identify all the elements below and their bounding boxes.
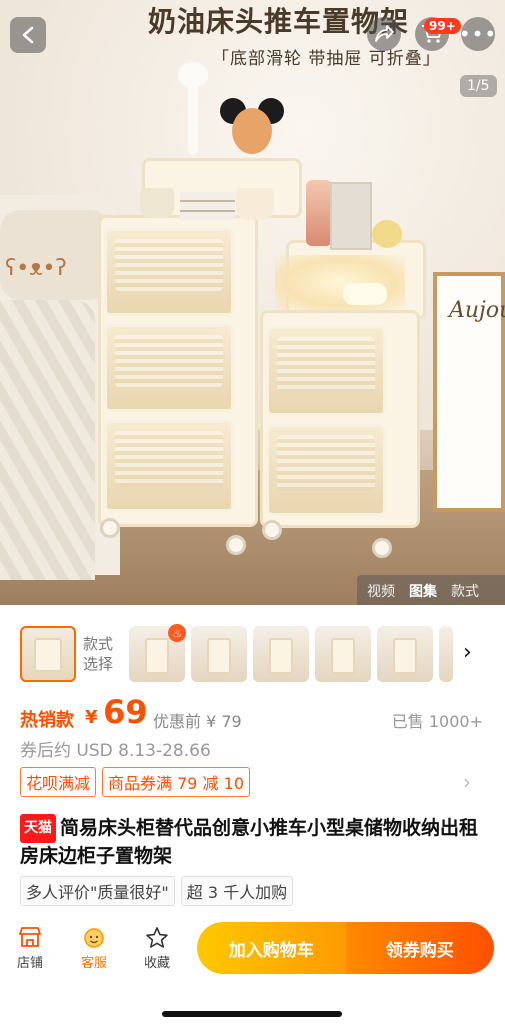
purchase-buttons: 加入购物车 领券购买 (197, 922, 494, 974)
sold-count: 已售 1000+ (391, 712, 483, 731)
bottom-action-bar: 店铺 客服 收藏 加入购物车 领券购买 (0, 918, 505, 1024)
home-indicator (162, 1011, 342, 1017)
review-tag[interactable]: 超 3 千人加购 (180, 876, 294, 906)
style-thumbnail-strip: 款式选择 › (0, 622, 505, 684)
cart-count-badge: 99+ (424, 18, 461, 34)
shop-label: 店铺 (16, 956, 43, 971)
shop-button[interactable]: 店铺 (10, 926, 50, 971)
share-icon (375, 25, 394, 42)
tmall-badge: 天猫 (20, 814, 56, 843)
style-thumbnail[interactable] (253, 626, 309, 682)
books (180, 192, 235, 220)
add-to-cart-button[interactable]: 加入购物车 (197, 922, 346, 974)
image-counter: 1/5 (460, 75, 497, 97)
chevron-right-icon[interactable]: › (463, 640, 472, 665)
chevron-right-icon[interactable]: › (463, 770, 471, 794)
original-price: 优惠前 ¥ 79 (153, 712, 242, 731)
promo-chips[interactable]: 花呗满减 商品券满 79 减 10 (20, 767, 250, 797)
hot-sale-label: 热销款 (20, 710, 74, 731)
favorite-label: 收藏 (143, 956, 170, 971)
star-icon (137, 926, 177, 952)
tab-gallery[interactable]: 图集 (409, 581, 437, 601)
night-light (343, 283, 387, 305)
promo-chip[interactable]: 商品券满 79 减 10 (102, 767, 250, 797)
drawer-1 (104, 228, 234, 316)
style-thumbnail[interactable] (377, 626, 433, 682)
shop-icon (10, 926, 50, 952)
chevron-left-icon (22, 26, 34, 44)
drawer-2 (104, 324, 234, 412)
back-button[interactable] (10, 17, 46, 53)
mug (140, 188, 174, 218)
style-thumbnail[interactable] (191, 626, 247, 682)
style-select-label[interactable]: 款式选择 (83, 634, 123, 674)
perfume-bottle (306, 180, 332, 246)
knit-blanket (0, 300, 95, 580)
image-subheadline: 「底部滑轮 带抽屉 可折叠」 (212, 49, 441, 69)
wheel (262, 520, 282, 540)
bowl (236, 188, 274, 220)
price-value: 69 (103, 693, 148, 731)
promo-chip[interactable]: 花呗满减 (20, 767, 97, 797)
wall-picture-frame: Aujou (433, 272, 505, 512)
light-glow (275, 255, 405, 310)
desk-lamp-head (178, 62, 208, 86)
drawer-5 (266, 424, 386, 516)
pen-holder (372, 220, 402, 248)
currency-symbol: ¥ (85, 707, 98, 728)
service-label: 客服 (80, 956, 107, 971)
review-tag[interactable]: 多人评价"质量很好" (20, 876, 175, 906)
favorite-button[interactable]: 收藏 (137, 926, 177, 971)
product-image-gallery[interactable]: ʕ•ᴥ•ʔ Aujou 奶油床头推车置物架 「底部滑轮 带抽屉 可折叠」 99+… (0, 0, 505, 605)
wheel (226, 535, 246, 555)
product-title: 天猫 简易床头柜替代品创意小推车小型桌储物收纳出租房床边柜子置物架 (20, 814, 490, 870)
usd-price: 券后约 USD 8.13-28.66 (20, 741, 211, 761)
style-thumbnail-selected[interactable] (20, 626, 76, 682)
more-button[interactable]: ••• (458, 17, 498, 51)
frame-text: Aujou (449, 298, 505, 323)
media-tabs: 视频 图集 款式 (357, 575, 505, 605)
review-tags: 多人评价"质量很好" 超 3 千人加购 (20, 876, 294, 906)
customer-service-icon (74, 926, 114, 952)
hot-fire-icon: ♨ (168, 624, 186, 642)
buy-with-coupon-button[interactable]: 领券购买 (345, 922, 494, 974)
style-thumbnail[interactable] (439, 626, 453, 682)
style-thumbnail[interactable] (315, 626, 371, 682)
share-button[interactable] (367, 17, 401, 51)
price: ¥ 69 (85, 693, 148, 731)
customer-service-button[interactable]: 客服 (74, 926, 114, 971)
tab-styles[interactable]: 款式 (451, 581, 479, 601)
product-title-text: 简易床头柜替代品创意小推车小型桌储物收纳出租房床边柜子置物架 (20, 817, 479, 867)
memo-board (330, 182, 372, 250)
mickey-figure (232, 108, 272, 154)
wheel (372, 538, 392, 558)
wheel (100, 518, 120, 538)
tab-video[interactable]: 视频 (367, 581, 395, 601)
more-dots-icon: ••• (458, 22, 498, 46)
drawer-4 (266, 326, 386, 416)
bear-pattern-icon: ʕ•ᴥ•ʔ (5, 256, 67, 281)
drawer-3 (104, 420, 234, 512)
